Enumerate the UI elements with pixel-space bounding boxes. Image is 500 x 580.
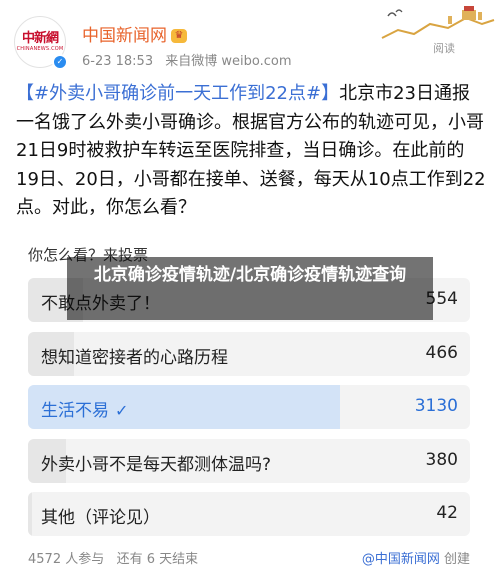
poll-option[interactable]: 其他（评论见） 42 [28, 492, 470, 537]
poll-option-count: 3130 [414, 396, 458, 417]
poll-option-label: 外卖小哥不是每天都测体温吗? [41, 454, 272, 475]
poll-option-selected[interactable]: 生活不易 ✓ 3130 [28, 385, 470, 430]
poll-option-fill [28, 492, 32, 537]
title-overlay: 北京确诊疫情轨迹/北京确诊疫情轨迹查询 [67, 257, 433, 320]
poll-creator-link[interactable]: @中国新闻网 [362, 552, 440, 567]
account-name[interactable]: 中国新闻网 ♛ [82, 21, 187, 46]
poll-option[interactable]: 外卖小哥不是每天都测体温吗? 380 [28, 438, 470, 483]
overlay-title: 北京确诊疫情轨迹/北京确诊疫情轨迹查询 [93, 265, 407, 285]
poll-participants: 4572 人参与 [28, 552, 105, 567]
avatar-logo-sub: CHINANEWS.COM [16, 45, 64, 52]
poll-option-count: 42 [436, 503, 458, 524]
poll-remaining: 还有 6 天结束 [116, 552, 199, 567]
post-topic-link[interactable]: 【#外卖小哥确诊前一天工作到22点#】 [16, 83, 339, 104]
avatar-logo-text: 中新網 [21, 30, 59, 46]
post-text: 【#外卖小哥确诊前一天工作到22点#】北京市23日通报一名饿了么外卖小哥确诊。根… [16, 80, 486, 223]
checkmark-icon: ✓ [115, 401, 129, 421]
poll-footer: 4572 人参与 还有 6 天结束 @中国新闻网 创建 [28, 548, 470, 567]
post-date: 6-23 18:53 [82, 54, 154, 69]
poll-option-label: 想知道密接者的心路历程 [41, 347, 228, 368]
read-label: 阅读 [433, 42, 455, 55]
poll-creator-suffix: 创建 [443, 552, 470, 567]
poll-option-count: 380 [425, 449, 458, 470]
post-meta: 6-23 18:53 来自微博 weibo.com [82, 50, 300, 69]
poll-option-label: 其他（评论见） [41, 508, 160, 529]
poll-option[interactable]: 想知道密接者的心路历程 466 [28, 331, 470, 376]
verified-badge-icon: ✓ [52, 54, 68, 70]
crown-icon: ♛ [171, 29, 187, 43]
poll-option-label-text: 生活不易 [41, 401, 109, 422]
poll-option-count: 466 [425, 342, 458, 363]
post-source: 来自微博 weibo.com [165, 54, 292, 69]
poll-creator: @中国新闻网 创建 [362, 548, 470, 567]
account-name-text: 中国新闻网 [82, 26, 167, 46]
post-header: 中新網 CHINANEWS.COM ✓ 中国新闻网 ♛ 6-23 18:53 来自… [0, 0, 500, 76]
poll-option-label: 生活不易 ✓ [41, 396, 128, 421]
